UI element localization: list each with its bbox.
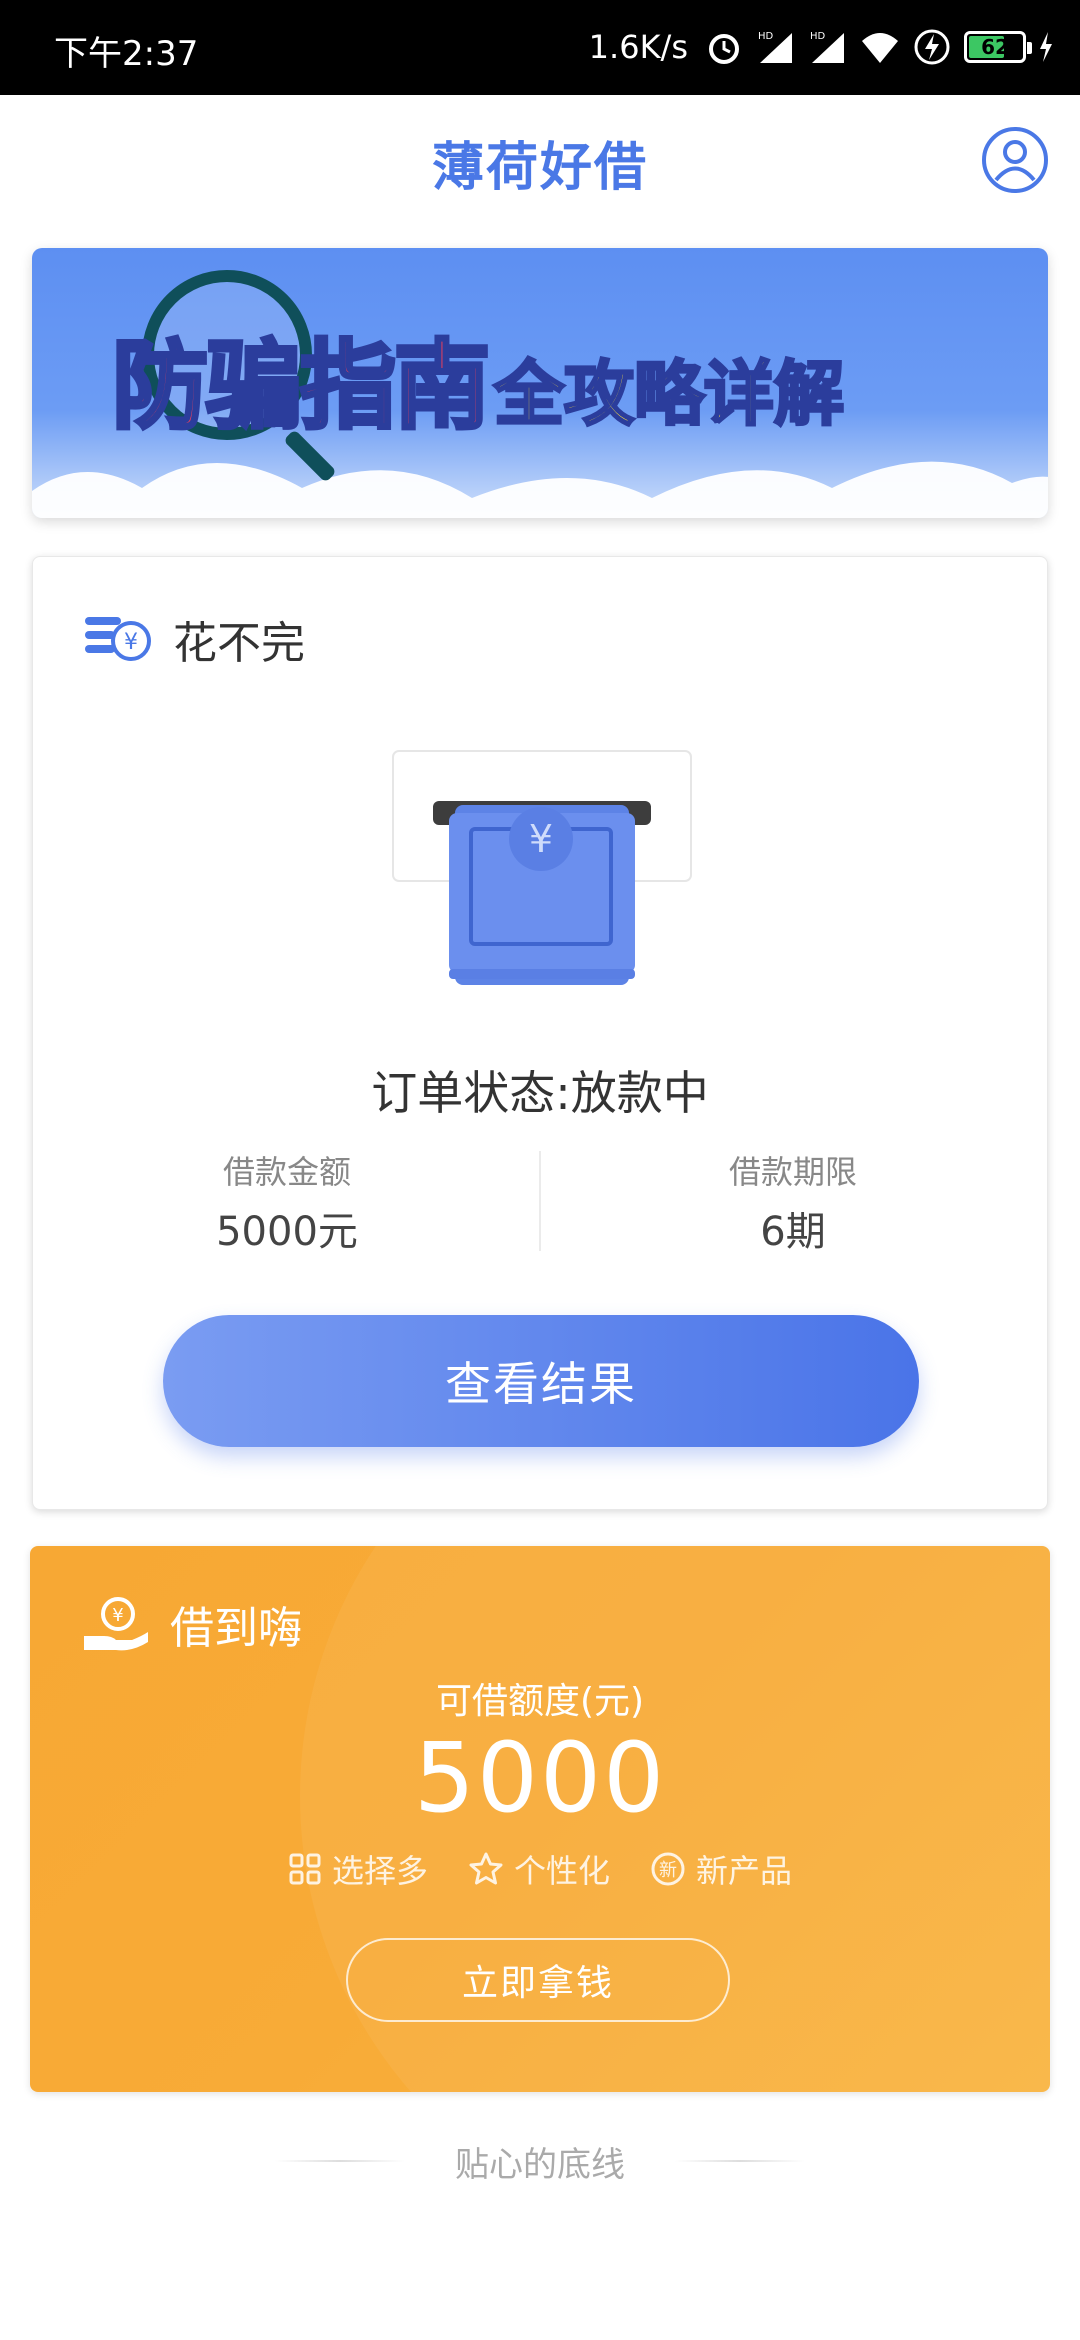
loan-stats: 借款金额 5000元 借款期限 6期 — [33, 1147, 1047, 1257]
view-result-button[interactable]: 查看结果 — [163, 1315, 919, 1447]
banner-line1: 防骗指南 — [110, 328, 492, 444]
hand-coin-icon: ¥ — [84, 1597, 148, 1651]
loan-term: 借款期限 6期 — [593, 1147, 993, 1257]
limit-label: 可借额度(元) — [435, 1681, 645, 1722]
signal-hd-icon: HD — [810, 31, 844, 63]
signal-hd-icon: HD — [758, 31, 792, 63]
loan-term-value: 6期 — [760, 1209, 826, 1255]
user-profile-icon[interactable] — [980, 125, 1050, 195]
get-money-button[interactable]: 立即拿钱 — [346, 1938, 730, 2022]
footer-divider-right — [675, 2160, 805, 2162]
status-icons: 1.6K/s HD HD 62 — [589, 22, 1054, 72]
alarm-icon — [709, 34, 739, 64]
charging-icon — [914, 29, 950, 65]
feature-item: 个性化 — [468, 1846, 610, 1892]
feature-item: 新 新产品 — [650, 1846, 792, 1892]
divider — [539, 1151, 541, 1251]
status-bar: 下午2:37 1.6K/s HD HD 62 — [0, 0, 1080, 95]
battery-icon: 62 — [964, 31, 1032, 63]
feature-label: 个性化 — [513, 1852, 610, 1890]
svg-text:新: 新 — [659, 1860, 677, 1881]
star-icon — [469, 1852, 503, 1885]
footer-text: 贴心的底线 — [455, 2144, 625, 2185]
feature-label: 新产品 — [696, 1852, 793, 1890]
svg-text:¥: ¥ — [112, 1605, 123, 1626]
feature-item: 选择多 — [288, 1846, 428, 1892]
loan-amount-label: 借款金额 — [222, 1153, 351, 1191]
limit-value: 5000 — [413, 1722, 667, 1834]
anti-fraud-banner[interactable]: 防骗指南 全攻略详解 — [32, 248, 1048, 518]
grid-icon — [289, 1853, 321, 1885]
product-name: 花不完 — [173, 618, 305, 669]
wifi-icon — [862, 33, 898, 63]
charging-bolt-icon — [1040, 32, 1052, 62]
app-header: 薄荷好借 — [0, 95, 1080, 235]
card2-header: ¥ 借到嗨 — [82, 1592, 302, 1656]
loan-amount-value: 5000元 — [216, 1209, 358, 1255]
page-title: 薄荷好借 — [431, 138, 648, 198]
loan-order-card: ¥ 花不完 ¥ 订单状态:放款中 借款金额 5000元 借款期限 6期 查看结果 — [32, 556, 1048, 1510]
banner-headline: 防骗指南 全攻略详解 — [110, 308, 846, 447]
svg-text:¥: ¥ — [124, 630, 138, 655]
svg-text:HD: HD — [810, 31, 826, 42]
footer: 贴心的底线 — [0, 2136, 1080, 2186]
feature-list: 选择多 个性化 新 新产品 — [30, 1846, 1050, 1892]
product-name: 借到嗨 — [170, 1603, 302, 1654]
coin-stack-icon: ¥ — [85, 617, 151, 661]
status-time: 下午2:37 — [54, 34, 199, 74]
network-speed: 1.6K/s — [588, 28, 688, 66]
footer-divider-left — [275, 2160, 405, 2162]
atm-cash-icon: ¥ — [392, 750, 692, 985]
loan-offer-card: ¥ 借到嗨 可借额度(元) 5000 选择多 个性化 新 新产品 立即拿钱 — [30, 1546, 1050, 2092]
loan-term-label: 借款期限 — [728, 1153, 857, 1191]
new-badge-icon: 新 — [651, 1852, 685, 1886]
order-status: 订单状态:放款中 — [371, 1066, 709, 1120]
feature-label: 选择多 — [331, 1852, 428, 1890]
svg-text:HD: HD — [758, 31, 774, 42]
battery-level: 62 — [981, 35, 1009, 59]
svg-text:¥: ¥ — [529, 817, 553, 861]
card1-header: ¥ 花不完 — [83, 607, 305, 671]
loan-amount: 借款金额 5000元 — [87, 1147, 487, 1257]
banner-line2: 全攻略详解 — [493, 352, 846, 437]
